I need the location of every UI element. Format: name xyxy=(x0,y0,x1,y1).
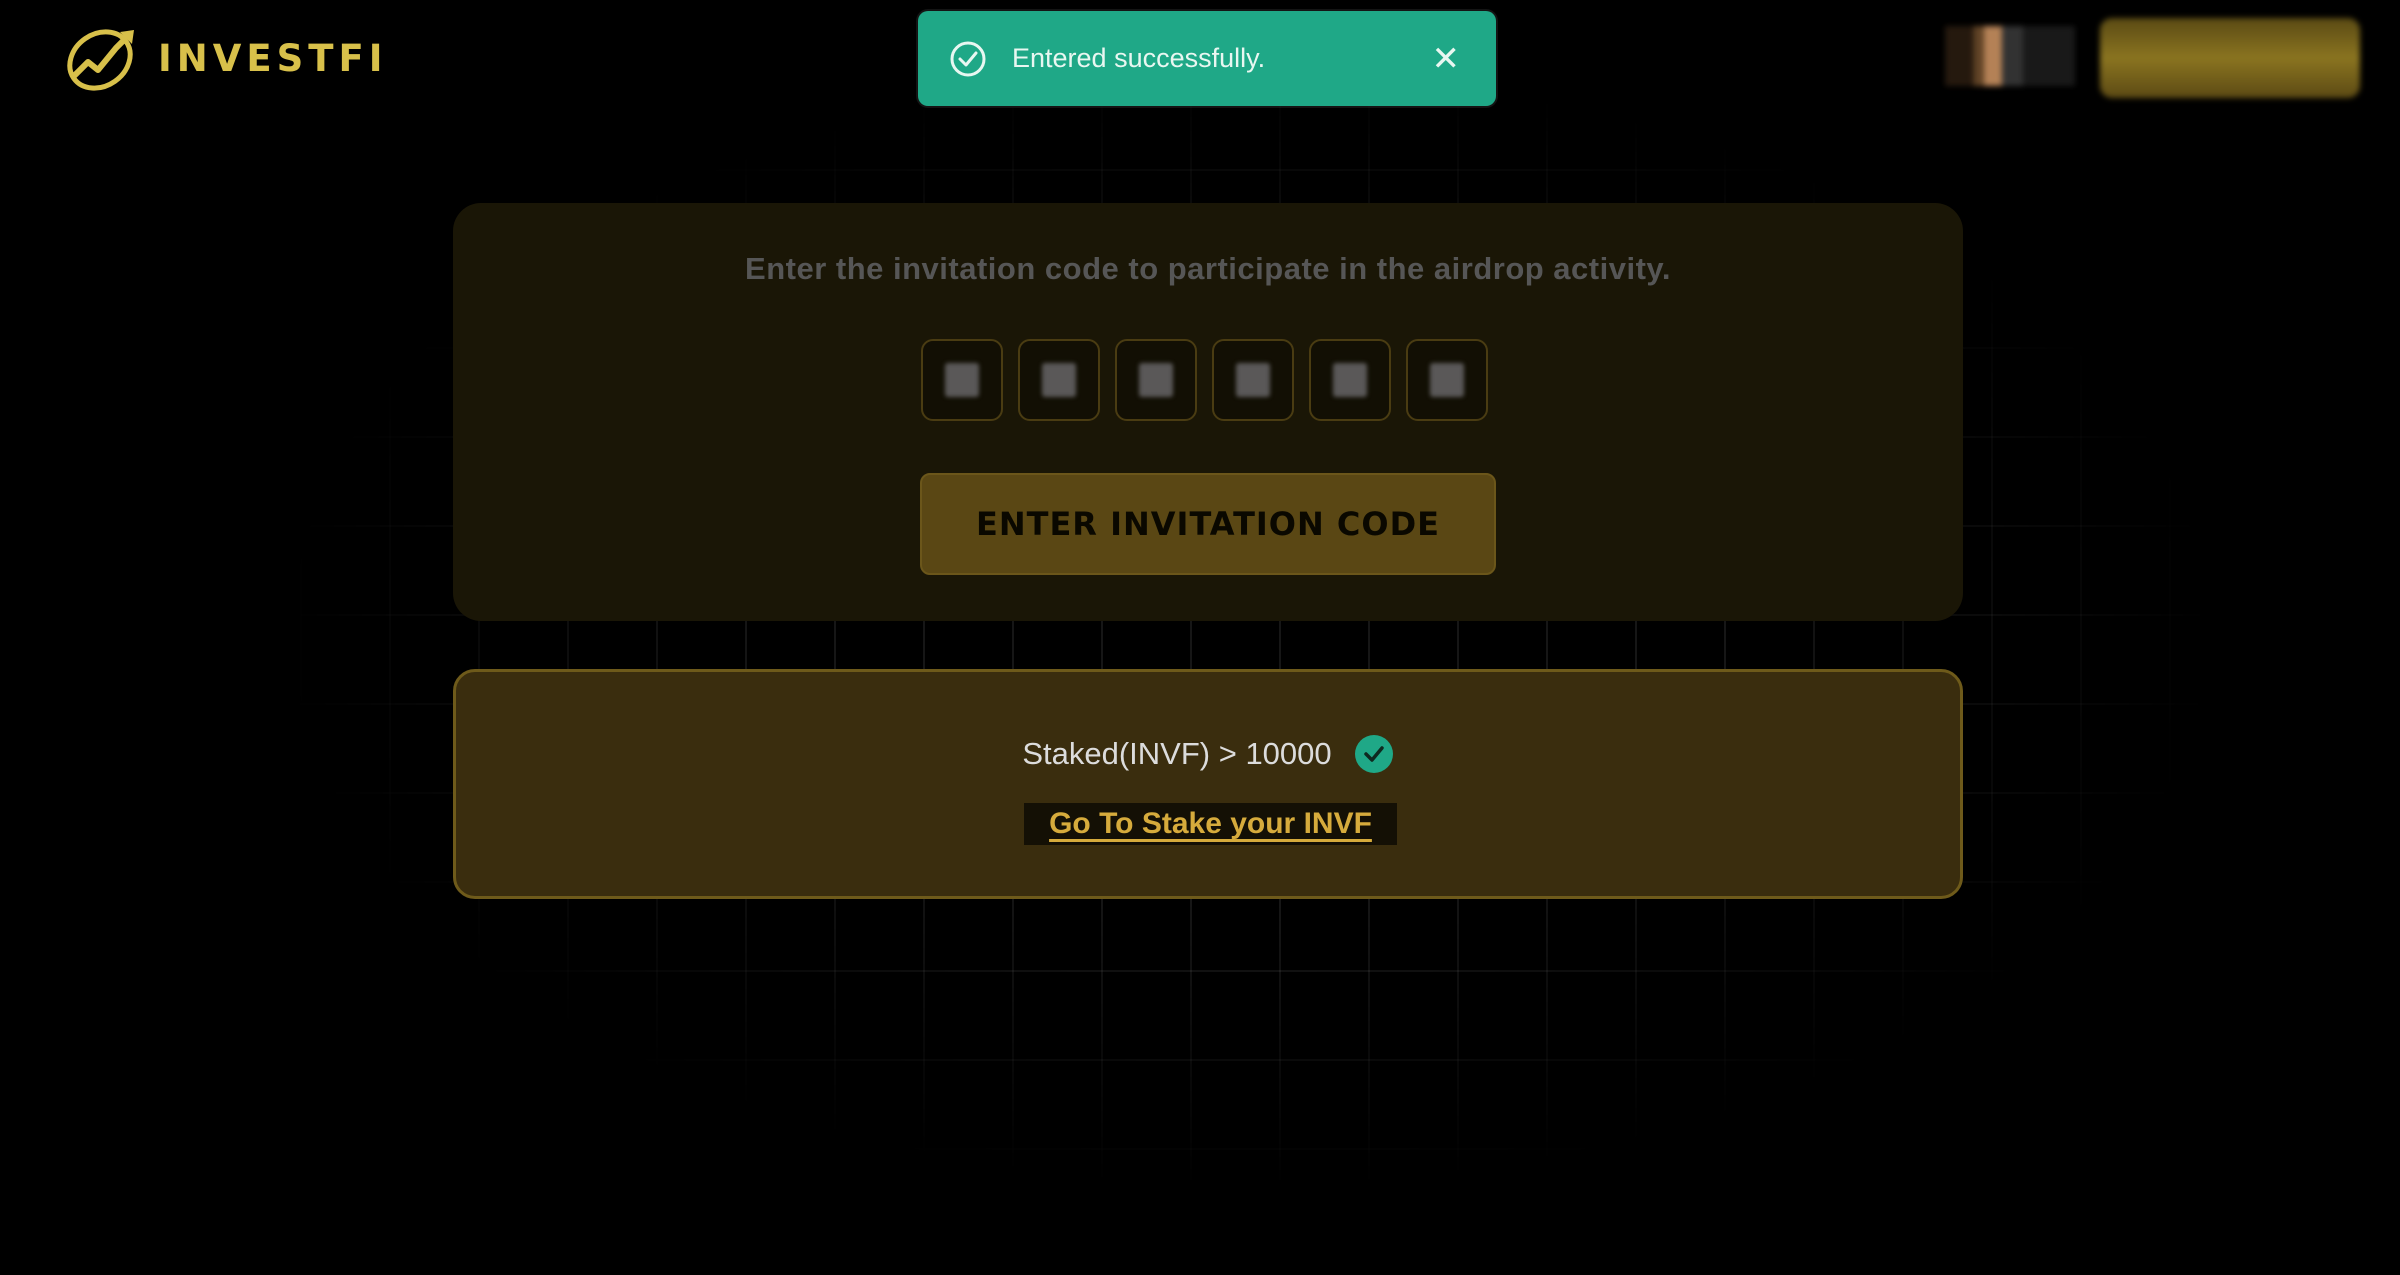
check-circle-icon xyxy=(1354,735,1393,773)
code-digit-input-2[interactable] xyxy=(1018,339,1100,421)
toast-message: Entered successfully. xyxy=(1012,43,1266,73)
staked-requirement-row: Staked(INVF) > 10000 xyxy=(456,734,1960,774)
code-digit-input-1[interactable] xyxy=(921,339,1003,421)
code-digit-input-6[interactable] xyxy=(1406,339,1488,421)
close-icon[interactable]: ✕ xyxy=(1432,42,1461,76)
user-avatar[interactable] xyxy=(1945,26,2075,86)
code-digit-value xyxy=(1430,363,1464,397)
invitation-card: Enter the invitation code to participate… xyxy=(453,203,1963,621)
wallet-button[interactable] xyxy=(2100,18,2360,98)
code-digit-value xyxy=(945,363,979,397)
go-to-stake-link[interactable]: Go To Stake your INVF xyxy=(1049,807,1372,841)
code-digit-value xyxy=(1236,363,1270,397)
check-circle-icon xyxy=(950,41,986,76)
code-digit-input-3[interactable] xyxy=(1115,339,1197,421)
logo-text: INVESTFI xyxy=(158,36,388,80)
enter-invitation-code-button[interactable]: ENTER INVITATION CODE xyxy=(920,473,1496,575)
code-digit-input-4[interactable] xyxy=(1212,339,1294,421)
invitation-title: Enter the invitation code to participate… xyxy=(745,251,1671,286)
success-toast: Entered successfully. ✕ xyxy=(918,11,1496,106)
code-digit-value xyxy=(1042,363,1076,397)
staked-requirement-card: Staked(INVF) > 10000 Go To Stake your IN… xyxy=(453,669,1963,899)
stake-link-container: Go To Stake your INVF xyxy=(1024,803,1397,845)
code-digit-value xyxy=(1139,363,1173,397)
invitation-code-inputs xyxy=(921,339,1488,421)
code-digit-value xyxy=(1333,363,1367,397)
staked-requirement-text: Staked(INVF) > 10000 xyxy=(1022,736,1332,771)
app-logo[interactable]: INVESTFI xyxy=(60,18,388,98)
code-digit-input-5[interactable] xyxy=(1309,339,1391,421)
chart-arrow-ring-logo-icon xyxy=(67,29,134,91)
